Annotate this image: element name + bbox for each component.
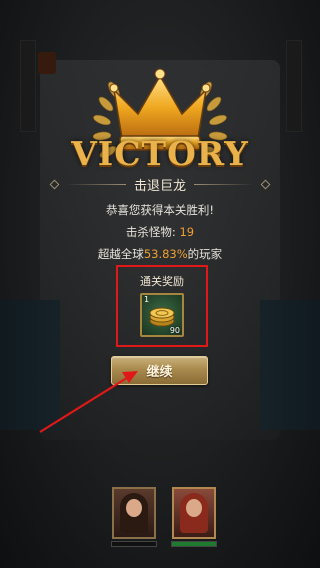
ranking-prefix: 超越全球 <box>97 247 144 261</box>
ranking-percent: 53.83% <box>143 247 188 261</box>
hero-2-hp-bar <box>171 541 217 547</box>
kills-value: 19 <box>179 225 195 239</box>
hp-fill <box>172 542 216 546</box>
stage-subtitle: 击退巨龙 <box>133 178 186 194</box>
reward-panel: 通关奖励 1 90 <box>116 265 208 347</box>
ranking-suffix: 的玩家 <box>187 247 223 261</box>
hero-face <box>186 499 202 517</box>
divider-line <box>65 183 126 185</box>
hero-1-hp-bar <box>111 541 157 547</box>
subtitle-row: 击退巨龙 <box>0 174 320 194</box>
reward-title: 通关奖励 <box>140 275 184 288</box>
reward-qty-top: 1 <box>144 295 150 304</box>
kills-line: 击杀怪物: 19 <box>0 224 320 240</box>
reward-qty-bottom: 90 <box>169 326 180 335</box>
reward-item-slot[interactable]: 1 90 <box>140 293 184 337</box>
congrats-message: 恭喜您获得本关胜利! <box>105 203 215 217</box>
divider-line <box>194 183 254 185</box>
ranking-line: 超越全球53.83%的玩家 <box>0 246 320 262</box>
hero-face <box>126 499 142 517</box>
ornament-diamond-icon <box>49 179 60 189</box>
continue-button[interactable]: 继续 <box>111 356 208 385</box>
ornament-diamond-icon <box>260 179 271 189</box>
kills-label: 击杀怪物: <box>125 225 176 239</box>
hero-portrait-1[interactable] <box>112 487 156 539</box>
hero-portrait-2[interactable] <box>172 487 216 539</box>
victory-title: VICTORY <box>71 134 249 173</box>
